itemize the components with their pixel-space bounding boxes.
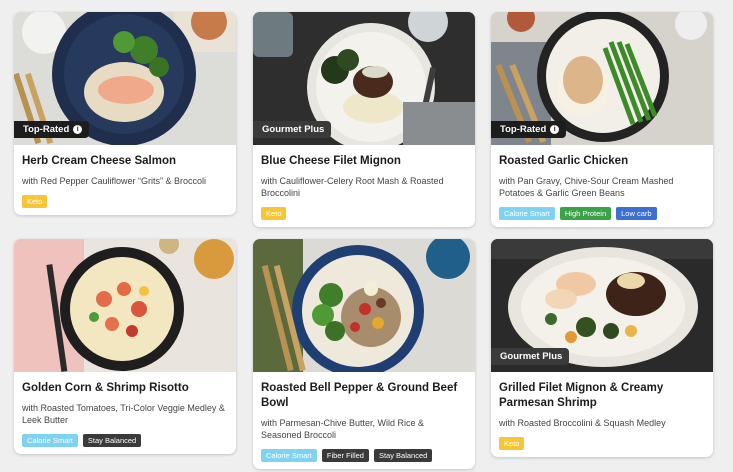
meal-photo[interactable] (253, 239, 475, 372)
meal-card-golden-corn-shrimp-risotto[interactable]: Golden Corn & Shrimp Risotto with Roaste… (14, 239, 236, 454)
meal-photo[interactable]: Top-Rated i (14, 12, 236, 145)
meal-card-roasted-garlic-chicken[interactable]: Top-Rated i Roasted Garlic Chicken with … (491, 12, 713, 227)
badge-label: Gourmet Plus (262, 124, 325, 135)
top-rated-badge: Top-Rated i (491, 121, 567, 138)
meal-title[interactable]: Blue Cheese Filet Mignon (261, 154, 467, 169)
tag-keto: Keto (499, 437, 525, 450)
meal-title[interactable]: Roasted Bell Pepper & Ground Beef Bowl (261, 381, 467, 411)
meal-photo[interactable]: Top-Rated i (491, 12, 713, 145)
meal-card-herb-cream-cheese-salmon[interactable]: Top-Rated i Herb Cream Cheese Salmon wit… (14, 12, 236, 215)
meal-tags: Keto (261, 207, 467, 220)
meal-title[interactable]: Grilled Filet Mignon & Creamy Parmesan S… (499, 381, 705, 411)
gourmet-plus-badge: Gourmet Plus (253, 121, 332, 138)
meal-title[interactable]: Roasted Garlic Chicken (499, 154, 705, 169)
meal-photo[interactable]: Gourmet Plus (491, 239, 713, 372)
tag-calorie-smart: Calorie Smart (499, 207, 555, 220)
meal-photo[interactable] (14, 239, 236, 372)
meal-tags: Keto (499, 437, 705, 450)
tag-stay-balanced: Stay Balanced (373, 449, 433, 462)
meal-card-roasted-bell-pepper-ground-beef-bowl[interactable]: Roasted Bell Pepper & Ground Beef Bowl w… (253, 239, 475, 469)
info-icon[interactable]: i (550, 125, 560, 134)
meal-subtitle: with Cauliflower-Celery Root Mash & Roas… (261, 176, 444, 198)
meal-tags: Calorie Smart Fiber Filled Stay Balanced (261, 449, 467, 462)
meal-card-blue-cheese-filet-mignon[interactable]: Gourmet Plus Blue Cheese Filet Mignon wi… (253, 12, 475, 227)
top-rated-badge: Top-Rated i (14, 121, 90, 138)
gourmet-plus-badge: Gourmet Plus (491, 348, 570, 365)
meal-subtitle: with Roasted Broccolini & Squash Medley (499, 418, 666, 428)
meal-photo-image (14, 239, 236, 372)
info-icon[interactable]: i (73, 125, 83, 134)
tag-fiber-filled: Fiber Filled (321, 449, 369, 462)
meal-tags: Calorie Smart Stay Balanced (22, 434, 228, 447)
meal-photo[interactable]: Gourmet Plus (253, 12, 475, 145)
meal-subtitle: with Pan Gravy, Chive-Sour Cream Mashed … (499, 176, 674, 198)
badge-label: Gourmet Plus (500, 351, 563, 362)
meal-tags: Calorie Smart High Protein Low carb (499, 207, 705, 220)
badge-label: Top-Rated (23, 124, 70, 135)
meal-subtitle: with Red Pepper Cauliflower “Grits” & Br… (22, 176, 207, 186)
meal-subtitle: with Roasted Tomatoes, Tri-Color Veggie … (22, 403, 225, 425)
meal-tags: Keto (22, 195, 228, 208)
tag-keto: Keto (261, 207, 287, 220)
badge-label: Top-Rated (500, 124, 547, 135)
meal-photo-image (253, 239, 475, 372)
tag-stay-balanced: Stay Balanced (82, 434, 142, 447)
tag-high-protein: High Protein (559, 207, 612, 220)
tag-calorie-smart: Calorie Smart (22, 434, 78, 447)
meal-title[interactable]: Golden Corn & Shrimp Risotto (22, 381, 228, 396)
meal-subtitle: with Parmesan-Chive Butter, Wild Rice & … (261, 418, 425, 440)
tag-calorie-smart: Calorie Smart (261, 449, 317, 462)
meal-title[interactable]: Herb Cream Cheese Salmon (22, 154, 228, 169)
tag-keto: Keto (22, 195, 48, 208)
tag-low-carb: Low carb (616, 207, 657, 220)
meal-card-grilled-filet-mignon-creamy-parmesan-shrimp[interactable]: Gourmet Plus Grilled Filet Mignon & Crea… (491, 239, 713, 457)
